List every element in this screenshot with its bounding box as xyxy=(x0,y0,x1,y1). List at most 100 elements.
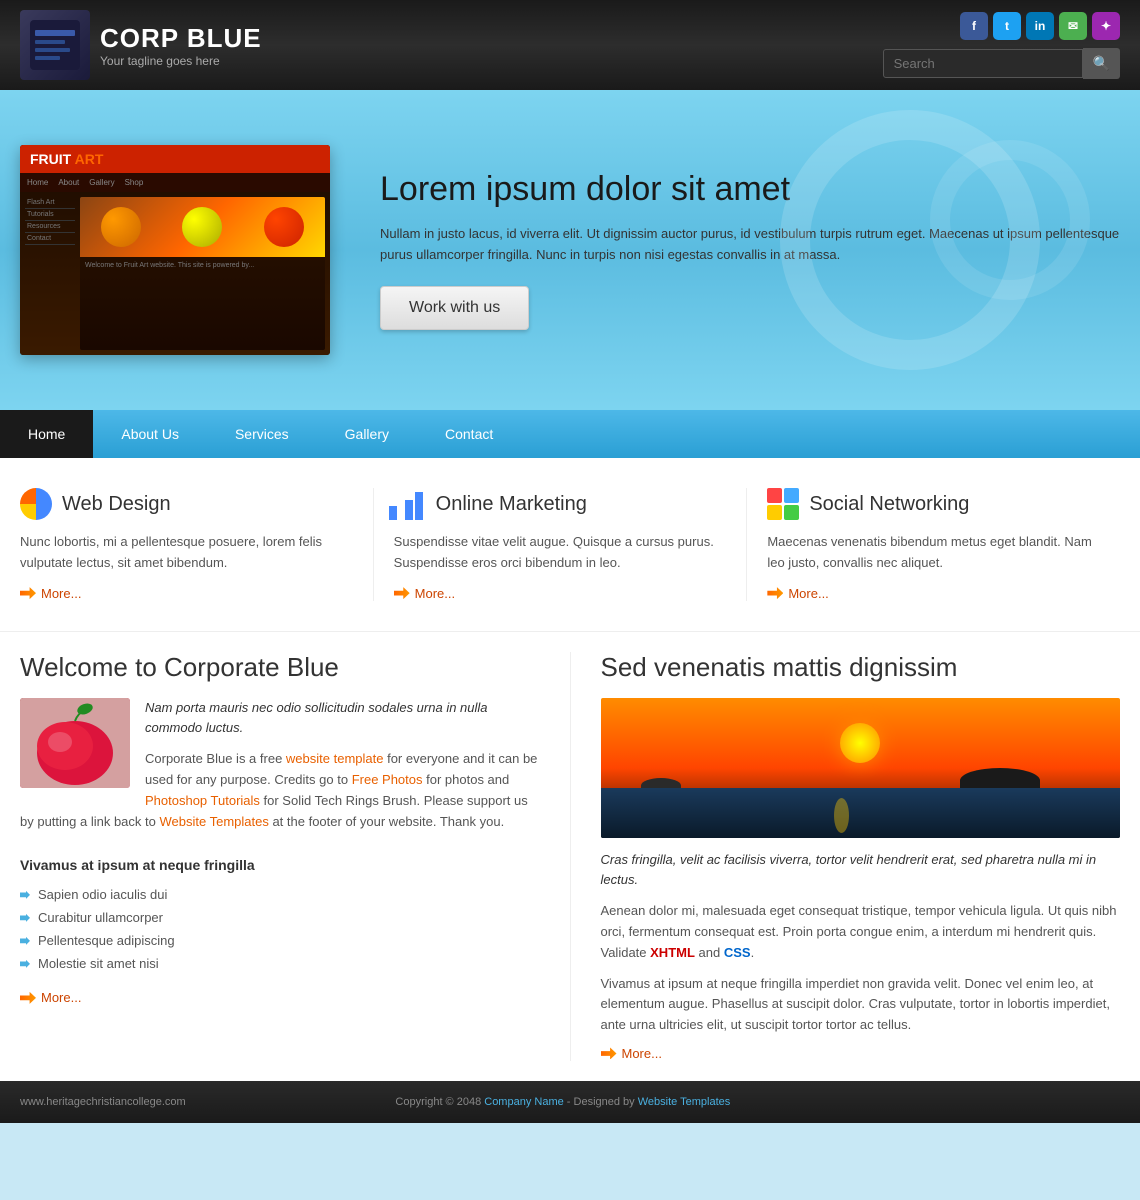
list-item: Sapien odio iaculis dui xyxy=(20,883,540,906)
search-bar: 🔍 xyxy=(883,48,1120,79)
water xyxy=(601,788,1121,838)
venenatis-body1: Aenean dolor mi, malesuada eget consequa… xyxy=(601,901,1121,963)
webdesign-icon xyxy=(20,488,52,520)
marketing-header: Online Marketing xyxy=(394,488,727,520)
nav-about[interactable]: About Us xyxy=(93,410,207,458)
main-content: Web Design Nunc lobortis, mi a pellentes… xyxy=(0,458,1140,1081)
welcome-title: Welcome to Corporate Blue xyxy=(20,652,540,683)
nav-gallery[interactable]: Gallery xyxy=(317,410,417,458)
arrow-icon xyxy=(20,587,36,599)
rss-icon[interactable]: ✦ xyxy=(1092,12,1120,40)
footer: www.heritagechristiancollege.com Copyrig… xyxy=(0,1081,1140,1123)
welcome-more-link[interactable]: More... xyxy=(20,990,540,1005)
reflection xyxy=(834,798,849,833)
arrow-icon xyxy=(601,1047,617,1059)
feature-social: Social Networking Maecenas venenatis bib… xyxy=(747,488,1120,601)
nav-services[interactable]: Services xyxy=(207,410,317,458)
webdesign-header: Web Design xyxy=(20,488,353,520)
main-nav: Home About Us Services Gallery Contact xyxy=(0,410,1140,458)
venenatis-more-label: More... xyxy=(622,1046,662,1061)
nav-home[interactable]: Home xyxy=(0,410,93,458)
logo-area: CORP BLUE Your tagline goes here xyxy=(20,10,262,80)
bullet-icon xyxy=(20,914,30,922)
nav-contact[interactable]: Contact xyxy=(417,410,521,458)
sunset-image xyxy=(601,698,1121,838)
header-right: f t in ✉ ✦ 🔍 xyxy=(883,12,1120,79)
list-item-text: Sapien odio iaculis dui xyxy=(38,887,167,902)
marketing-title: Online Marketing xyxy=(436,493,587,516)
hero-image: FRUIT ART Home About Gallery Shop Flash … xyxy=(20,145,330,355)
photoshop-tutorials-link[interactable]: Photoshop Tutorials xyxy=(145,793,260,808)
company-name-link[interactable]: Company Name xyxy=(484,1096,563,1108)
venenatis-more-link[interactable]: More... xyxy=(601,1046,1121,1061)
work-with-us-button[interactable]: Work with us xyxy=(380,286,529,330)
list-item: Molestie sit amet nisi xyxy=(20,952,540,975)
free-photos-link[interactable]: Free Photos xyxy=(352,772,423,787)
designed-by-text: - Designed by xyxy=(564,1096,638,1108)
website-templates-footer-link[interactable]: Website Templates xyxy=(638,1096,731,1108)
arrow-icon xyxy=(767,587,783,599)
venenatis-body2: Vivamus at ipsum at neque fringilla impe… xyxy=(601,974,1121,1036)
welcome-more-label: More... xyxy=(41,990,81,1005)
webdesign-text: Nunc lobortis, mi a pellentesque posuere… xyxy=(20,532,353,574)
marketing-more-link[interactable]: More... xyxy=(394,586,727,601)
footer-url: www.heritagechristiancollege.com xyxy=(20,1096,186,1108)
content-section: Welcome to Corporate Blue Nam porta maur… xyxy=(0,632,1140,1081)
social-more-link[interactable]: More... xyxy=(767,586,1100,601)
list-item-text: Molestie sit amet nisi xyxy=(38,956,159,971)
logo-icon xyxy=(20,10,90,80)
venenatis-section: Sed venenatis mattis dignissim Cras frin… xyxy=(571,652,1121,1061)
marketing-more-label: More... xyxy=(415,586,455,601)
twitter-icon[interactable]: t xyxy=(993,12,1021,40)
arrow-icon xyxy=(394,587,410,599)
marketing-icon xyxy=(394,488,426,520)
list-item-text: Curabitur ullamcorper xyxy=(38,910,163,925)
message-icon[interactable]: ✉ xyxy=(1059,12,1087,40)
logo-title: CORP BLUE xyxy=(100,23,262,54)
linkedin-icon[interactable]: in xyxy=(1026,12,1054,40)
subsection-title: Vivamus at ipsum at neque fringilla xyxy=(20,857,540,873)
welcome-section: Welcome to Corporate Blue Nam porta maur… xyxy=(20,652,571,1061)
list-item-text: Pellentesque adipiscing xyxy=(38,933,175,948)
list-item: Curabitur ullamcorper xyxy=(20,906,540,929)
fruit-logo: FRUIT ART xyxy=(30,151,103,167)
arrow-icon xyxy=(20,992,36,1004)
welcome-content: Nam porta mauris nec odio sollicitudin s… xyxy=(20,698,540,843)
bullet-list: Sapien odio iaculis dui Curabitur ullamc… xyxy=(20,883,540,975)
bullet-icon xyxy=(20,960,30,968)
website-templates-link[interactable]: Website Templates xyxy=(159,814,268,829)
logo-tagline: Your tagline goes here xyxy=(100,54,262,68)
sun xyxy=(840,723,880,763)
bullet-icon xyxy=(20,891,30,899)
social-icon xyxy=(767,488,799,520)
feature-webdesign: Web Design Nunc lobortis, mi a pellentes… xyxy=(20,488,374,601)
social-title: Social Networking xyxy=(809,493,969,516)
apple-image xyxy=(20,698,130,788)
search-input[interactable] xyxy=(883,49,1083,78)
hero-title: Lorem ipsum dolor sit amet xyxy=(380,170,1120,209)
social-text: Maecenas venenatis bibendum metus eget b… xyxy=(767,532,1100,574)
webdesign-title: Web Design xyxy=(62,493,171,516)
marketing-text: Suspendisse vitae velit augue. Quisque a… xyxy=(394,532,727,574)
venenatis-italic: Cras fringilla, velit ac facilisis viver… xyxy=(601,850,1121,892)
social-icons: f t in ✉ ✦ xyxy=(960,12,1120,40)
search-button[interactable]: 🔍 xyxy=(1083,48,1120,79)
hero-section: FRUIT ART Home About Gallery Shop Flash … xyxy=(0,90,1140,410)
features-section: Web Design Nunc lobortis, mi a pellentes… xyxy=(0,458,1140,632)
css-label: CSS xyxy=(724,945,751,960)
facebook-icon[interactable]: f xyxy=(960,12,988,40)
list-item: Pellentesque adipiscing xyxy=(20,929,540,952)
footer-copyright: Copyright © 2048 Company Name - Designed… xyxy=(395,1096,730,1108)
copyright-text: Copyright © 2048 xyxy=(395,1096,484,1108)
fruit-nav: Home About Gallery Shop xyxy=(20,173,330,192)
xhtml-label: XHTML xyxy=(650,945,695,960)
logo-text: CORP BLUE Your tagline goes here xyxy=(100,23,262,68)
webdesign-more-link[interactable]: More... xyxy=(20,586,353,601)
hero-text: Lorem ipsum dolor sit amet Nullam in jus… xyxy=(360,170,1120,330)
header: CORP BLUE Your tagline goes here f t in … xyxy=(0,0,1140,90)
feature-marketing: Online Marketing Suspendisse vitae velit… xyxy=(374,488,748,601)
social-more-label: More... xyxy=(788,586,828,601)
website-template-link[interactable]: website template xyxy=(286,751,384,766)
hero-description: Nullam in justo lacus, id viverra elit. … xyxy=(380,224,1120,266)
social-header: Social Networking xyxy=(767,488,1100,520)
